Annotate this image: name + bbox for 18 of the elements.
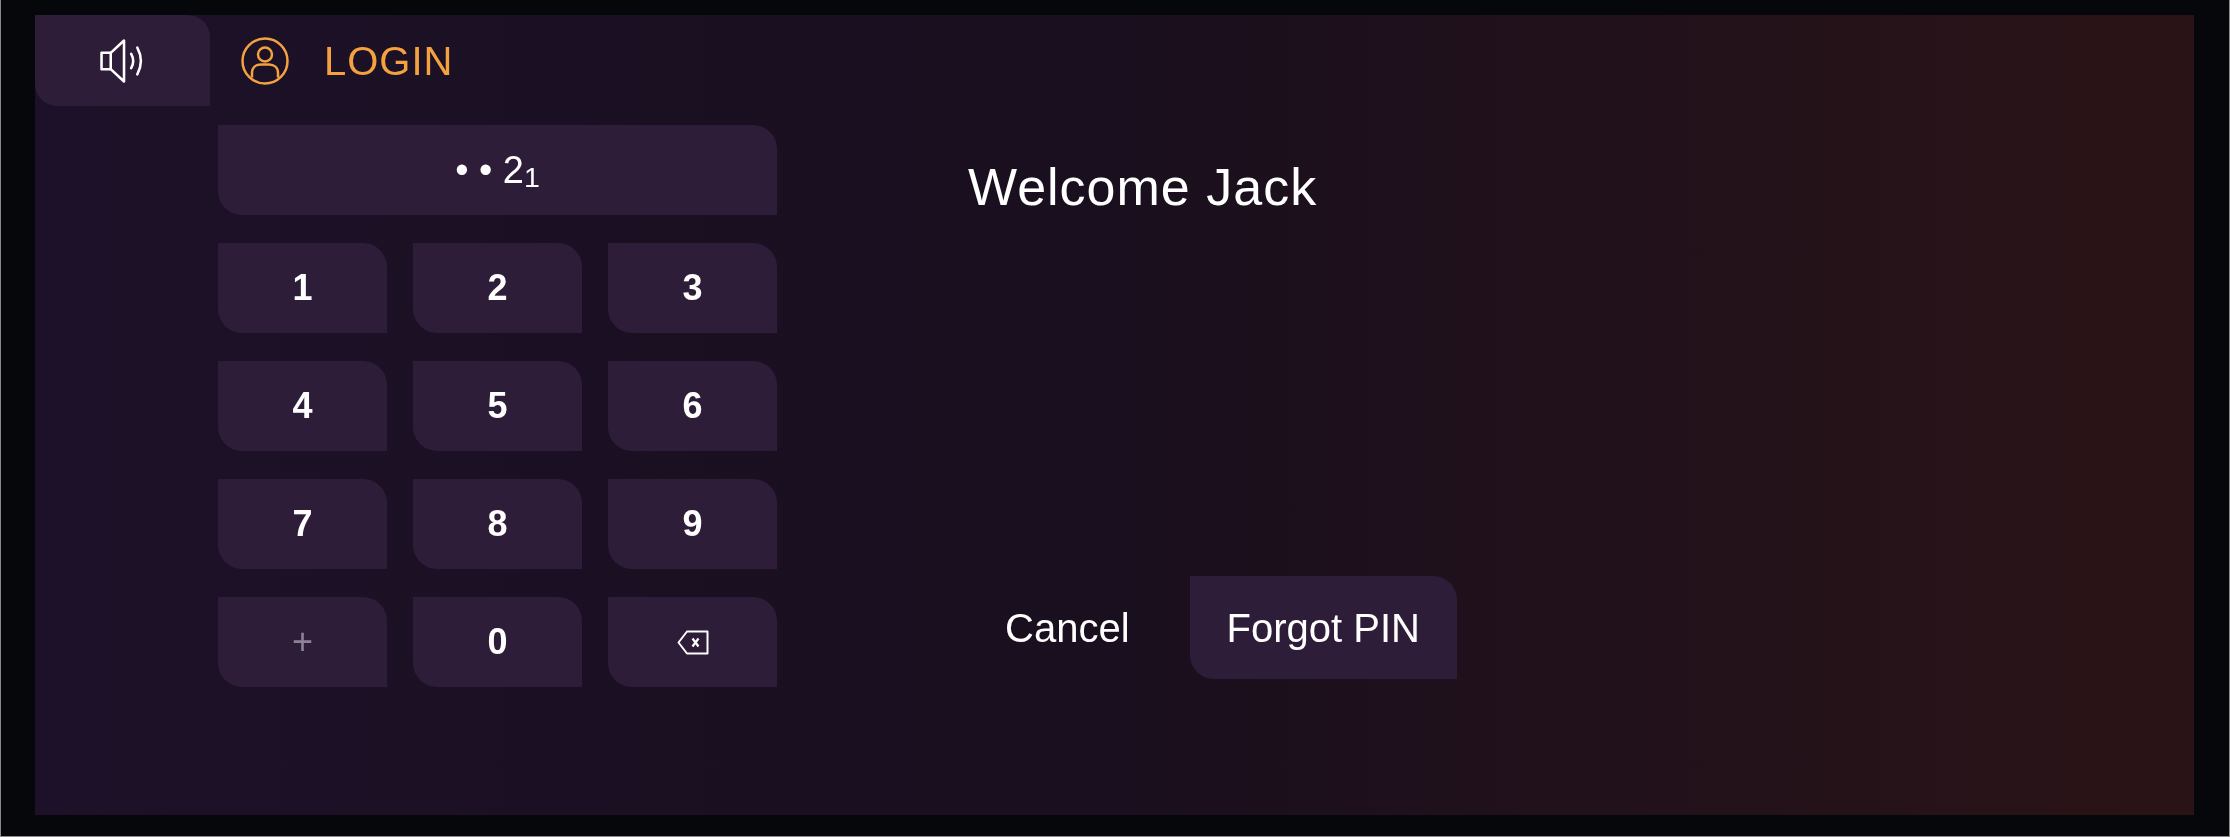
keypad-key[interactable]: 0 (413, 597, 582, 687)
keypad-key[interactable]: 2 (413, 243, 582, 333)
keypad-key[interactable]: 9 (608, 479, 777, 569)
backspace-icon (676, 629, 709, 655)
speaker-button[interactable] (35, 15, 210, 106)
keypad-key[interactable]: 7 (218, 479, 387, 569)
keypad-key[interactable]: 1 (218, 243, 387, 333)
keypad-key[interactable]: 5 (413, 361, 582, 451)
welcome-heading: Welcome Jack (968, 161, 1318, 213)
action-button[interactable]: Cancel (968, 576, 1167, 679)
page-title: LOGIN (324, 40, 454, 81)
user-icon (241, 36, 289, 85)
keypad-key[interactable]: 8 (413, 479, 582, 569)
pin-field[interactable]: • • 2$_{1}$ (218, 125, 777, 215)
keypad-key[interactable]: 3 (608, 243, 777, 333)
keypad-key[interactable]: 4 (218, 361, 387, 451)
action-button[interactable]: Forgot PIN (1189, 576, 1457, 679)
keypad-key[interactable]: 6 (608, 361, 777, 451)
